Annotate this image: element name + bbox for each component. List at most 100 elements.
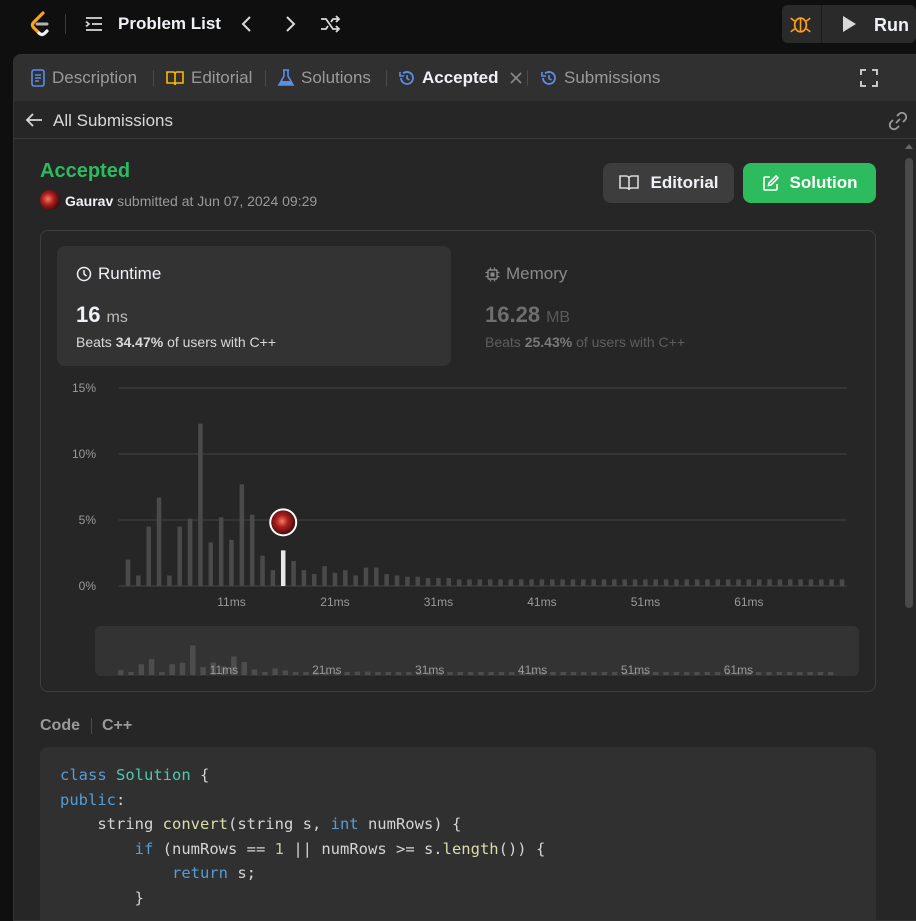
chart-bar	[663, 579, 669, 586]
chart-bar	[249, 514, 255, 586]
overview-bar	[118, 670, 124, 675]
chart-bar	[736, 579, 741, 586]
overview-bar	[591, 672, 597, 675]
submission-panel: Description Editorial Solutions Accepted	[13, 54, 916, 921]
chart-bar	[839, 579, 845, 586]
x-tick-label: 11ms	[217, 595, 245, 609]
overview-bar	[138, 664, 145, 675]
scrollbar[interactable]	[903, 140, 915, 920]
runtime-distribution-chart[interactable]: 15% 10% 5% 0% 11ms 21ms 31ms 41ms 51ms 61ms 11ms 21…	[41, 231, 877, 693]
overview-bar	[776, 672, 783, 675]
overview-bar	[478, 672, 484, 675]
tab-accepted[interactable]: Accepted	[398, 67, 523, 89]
chart-bar	[560, 579, 565, 586]
overview-bar	[817, 672, 824, 675]
list-icon[interactable]	[84, 14, 104, 34]
overview-bar	[560, 672, 566, 675]
chart-bar	[405, 576, 410, 586]
link-icon[interactable]	[887, 110, 909, 132]
overview-tick-label: 61ms	[724, 663, 753, 677]
x-tick-label: 61ms	[734, 595, 763, 609]
chart-bar	[446, 578, 452, 586]
problem-list-title[interactable]: Problem List	[118, 14, 221, 34]
chart-bar	[767, 579, 772, 586]
overview-bar	[241, 662, 247, 675]
chart-bar	[260, 555, 265, 586]
overview-bar	[375, 672, 381, 675]
x-tick-label: 41ms	[527, 595, 556, 609]
overview-bar	[251, 669, 258, 675]
chart-bar	[622, 579, 627, 586]
chart-bar	[394, 575, 400, 586]
overview-bar	[653, 672, 659, 675]
chart-bar	[550, 579, 555, 586]
chart-bar	[570, 579, 576, 586]
overview-bar	[292, 672, 299, 675]
tab-submissions[interactable]: Submissions	[540, 67, 660, 89]
run-button[interactable]: Run	[824, 5, 916, 43]
overview-bar	[406, 672, 412, 675]
chart-bar	[374, 567, 379, 586]
chevron-left-icon[interactable]	[235, 12, 259, 36]
chart-bar	[777, 579, 783, 586]
editorial-button[interactable]: Editorial	[603, 163, 734, 203]
overview-bar	[179, 662, 186, 675]
overview-bar	[159, 672, 165, 675]
tab-divider	[527, 70, 528, 86]
avatar[interactable]	[40, 190, 60, 210]
arrow-left-icon[interactable]	[24, 110, 44, 130]
expand-icon[interactable]	[860, 69, 878, 87]
back-row: All Submissions	[14, 101, 916, 139]
code-block[interactable]: class Solution { public: string convert(…	[40, 747, 876, 920]
chevron-right-icon[interactable]	[278, 12, 302, 36]
chart-bar	[167, 575, 172, 586]
tab-solutions[interactable]: Solutions	[277, 67, 371, 89]
chart-bar	[467, 579, 472, 586]
tab-label: Solutions	[301, 68, 371, 87]
overview-bar	[807, 672, 813, 675]
chart-bar	[208, 542, 214, 586]
overview-bar	[447, 672, 453, 675]
divider	[65, 14, 66, 34]
overview-bar	[364, 671, 371, 675]
chart-bar	[136, 575, 141, 586]
overview-bar	[611, 672, 618, 675]
chart-bar	[425, 578, 431, 586]
scroll-thumb[interactable]	[905, 158, 913, 608]
tab-description[interactable]: Description	[30, 67, 137, 89]
chart-bar	[601, 579, 607, 586]
shuffle-icon[interactable]	[318, 12, 342, 36]
chart-bar	[674, 579, 679, 586]
scroll-up-icon[interactable]	[905, 142, 913, 150]
overview-bar	[797, 672, 803, 675]
chart-bar-highlight	[280, 550, 286, 586]
overview-tick-label: 21ms	[312, 663, 341, 677]
chart-bar	[788, 579, 793, 586]
overview-bar	[344, 672, 350, 675]
overview-bar	[498, 672, 505, 675]
tab-divider	[153, 70, 154, 86]
overview-bar	[354, 671, 361, 675]
x-tick-label: 31ms	[424, 595, 453, 609]
chart-bar	[819, 579, 824, 586]
divider	[91, 718, 92, 734]
debug-icon[interactable]	[782, 5, 822, 43]
chart-bar	[477, 579, 483, 586]
overview-bar	[663, 672, 669, 675]
overview-bar	[581, 672, 587, 675]
overview-bar	[395, 672, 402, 675]
solution-label: Solution	[789, 173, 858, 192]
chart-bar	[229, 539, 234, 586]
overview-bar	[828, 672, 834, 675]
overview-tick-label: 31ms	[415, 663, 444, 677]
description-icon	[31, 69, 45, 87]
solution-button[interactable]: Solution	[743, 163, 876, 203]
close-icon[interactable]	[509, 71, 523, 85]
leetcode-logo-icon[interactable]	[28, 10, 52, 38]
tab-label: Description	[52, 68, 138, 87]
chart-bar	[715, 579, 721, 586]
tab-label: Submissions	[564, 68, 661, 87]
all-submissions-link[interactable]: All Submissions	[53, 111, 173, 131]
username[interactable]: Gaurav	[65, 193, 113, 209]
tab-editorial[interactable]: Editorial	[165, 67, 252, 89]
